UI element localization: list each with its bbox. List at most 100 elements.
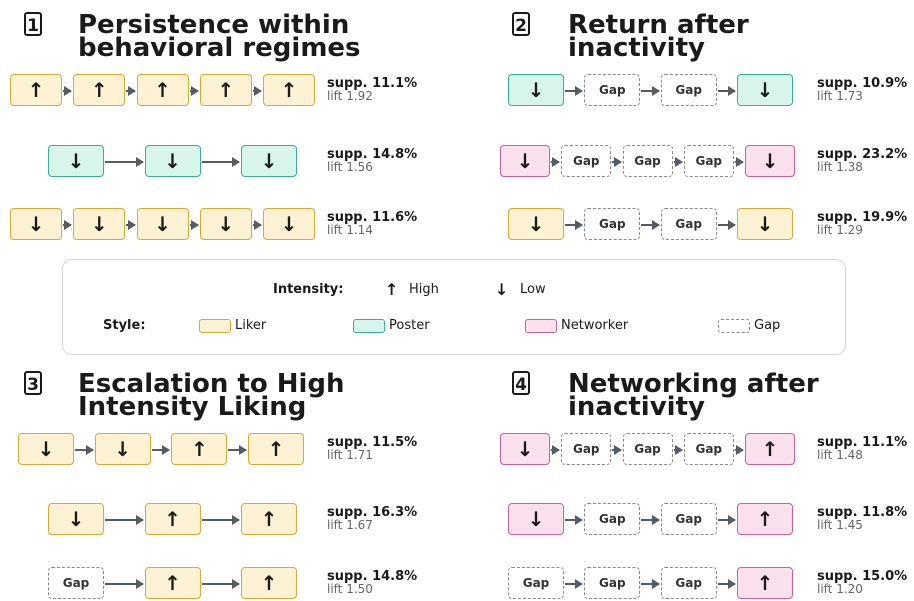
lift-value: lift 1.48 (817, 448, 863, 462)
high-intensity-icon: ↑ (756, 507, 774, 531)
panel-number: 1 (24, 12, 42, 36)
transition-arrow (612, 157, 622, 167)
gap-label: Gap (634, 154, 661, 168)
pattern-sequence: ↓ Gap Gap ↑ (0, 503, 914, 537)
liker-swatch (199, 319, 231, 333)
legend-networker-label: Networker (561, 318, 629, 333)
pattern-stats: supp. 10.9% lift 1.73 (817, 77, 907, 103)
low-intensity-icon: ↓ (761, 149, 779, 173)
networker-swatch (525, 319, 557, 333)
transition-arrow (565, 515, 584, 525)
low-intensity-icon: ↓ (527, 212, 545, 236)
poster-swatch (353, 319, 385, 333)
high-intensity-icon: ↑ (761, 437, 779, 461)
networker-state-node: ↓ (508, 503, 564, 535)
transition-arrow (673, 445, 684, 455)
transition-arrow (717, 220, 737, 230)
networker-state-node: ↓ (500, 145, 550, 177)
transition-arrow (551, 157, 561, 167)
liker-state-node: ↓ (508, 208, 564, 240)
gap-state-node: Gap (660, 74, 717, 106)
pattern-sequence: ↓ Gap Gap ↓ (0, 74, 914, 108)
gap-label: Gap (675, 512, 702, 526)
gap-label: Gap (572, 154, 600, 168)
legend-liker-label: Liker (235, 318, 267, 333)
high-intensity-icon: ↑ (756, 571, 774, 595)
gap-state-node: Gap (584, 74, 641, 106)
pattern-sequence: ↓ Gap Gap Gap ↑ (0, 433, 914, 467)
pattern-stats: supp. 15.0% lift 1.20 (817, 570, 907, 596)
networker-state-node: ↑ (737, 567, 793, 599)
gap-state-node: Gap (584, 503, 641, 535)
legend-style-label: Style: (103, 318, 146, 333)
low-intensity-icon: ↓ (495, 280, 509, 299)
legend: Intensity: ↑ High ↓ Low Style: Liker Pos… (62, 259, 846, 355)
transition-arrow (734, 445, 745, 455)
lift-value: lift 1.38 (817, 160, 863, 174)
transition-arrow (673, 157, 684, 167)
gap-label: Gap (675, 83, 702, 97)
low-intensity-icon: ↓ (527, 78, 545, 102)
transition-arrow (641, 220, 661, 230)
pattern-sequence: Gap Gap Gap ↑ (0, 567, 914, 601)
gap-label: Gap (695, 442, 723, 456)
pattern-sequence: ↓ Gap Gap Gap ↓ (0, 145, 914, 179)
networker-state-node: ↓ (500, 433, 550, 465)
panel-title: Escalation to High Intensity Liking (78, 369, 345, 422)
transition-arrow (565, 579, 584, 589)
gap-label: Gap (599, 512, 626, 526)
pattern-stats: supp. 23.2% lift 1.38 (817, 148, 907, 174)
transition-arrow (717, 86, 737, 96)
pattern-sequence: ↓ Gap Gap ↓ (0, 208, 914, 242)
lift-value: lift 1.45 (817, 518, 863, 532)
legend-low-label: Low (520, 282, 546, 297)
gap-label: Gap (599, 217, 626, 231)
networker-state-node: ↑ (745, 433, 795, 465)
panel-number: 3 (24, 371, 42, 395)
pattern-stats: supp. 11.8% lift 1.45 (817, 506, 907, 532)
gap-swatch (718, 319, 750, 333)
pattern-stats: supp. 19.9% lift 1.29 (817, 211, 907, 237)
networker-state-node: ↓ (745, 145, 795, 177)
pattern-stats: supp. 11.1% lift 1.48 (817, 436, 907, 462)
panel-number: 2 (512, 12, 530, 36)
gap-state-node: Gap (561, 145, 612, 177)
transition-arrow (551, 445, 561, 455)
poster-state-node: ↓ (508, 74, 564, 106)
gap-state-node: Gap (622, 433, 673, 465)
legend-poster-label: Poster (389, 318, 430, 333)
transition-arrow (641, 515, 661, 525)
poster-state-node: ↓ (737, 74, 793, 106)
low-intensity-icon: ↓ (756, 78, 774, 102)
gap-state-node: Gap (622, 145, 673, 177)
low-intensity-icon: ↓ (527, 507, 545, 531)
low-intensity-icon: ↓ (756, 212, 774, 236)
gap-state-node: Gap (683, 145, 734, 177)
gap-state-node: Gap (660, 567, 717, 599)
gap-label: Gap (675, 217, 702, 231)
transition-arrow (717, 579, 737, 589)
gap-state-node: Gap (584, 208, 641, 240)
legend-gap-label: Gap (754, 318, 781, 333)
transition-arrow (612, 445, 622, 455)
legend-intensity-label: Intensity: (273, 282, 344, 297)
panel-title: Networking after inactivity (568, 369, 819, 422)
liker-state-node: ↓ (737, 208, 793, 240)
transition-arrow (565, 220, 584, 230)
gap-label: Gap (522, 576, 550, 590)
gap-label: Gap (599, 83, 626, 97)
panel-title: Persistence within behavioral regimes (78, 10, 361, 63)
transition-arrow (565, 86, 584, 96)
legend-high-label: High (409, 282, 439, 297)
high-intensity-icon: ↑ (385, 280, 399, 299)
gap-state-node: Gap (660, 503, 717, 535)
gap-state-node: Gap (584, 567, 641, 599)
lift-value: lift 1.20 (817, 582, 863, 596)
low-intensity-icon: ↓ (516, 149, 534, 173)
panel-title: Return after inactivity (568, 10, 749, 63)
gap-label: Gap (695, 154, 723, 168)
gap-state-node: Gap (660, 208, 717, 240)
gap-state-node: Gap (561, 433, 612, 465)
gap-label: Gap (599, 576, 626, 590)
transition-arrow (641, 86, 661, 96)
